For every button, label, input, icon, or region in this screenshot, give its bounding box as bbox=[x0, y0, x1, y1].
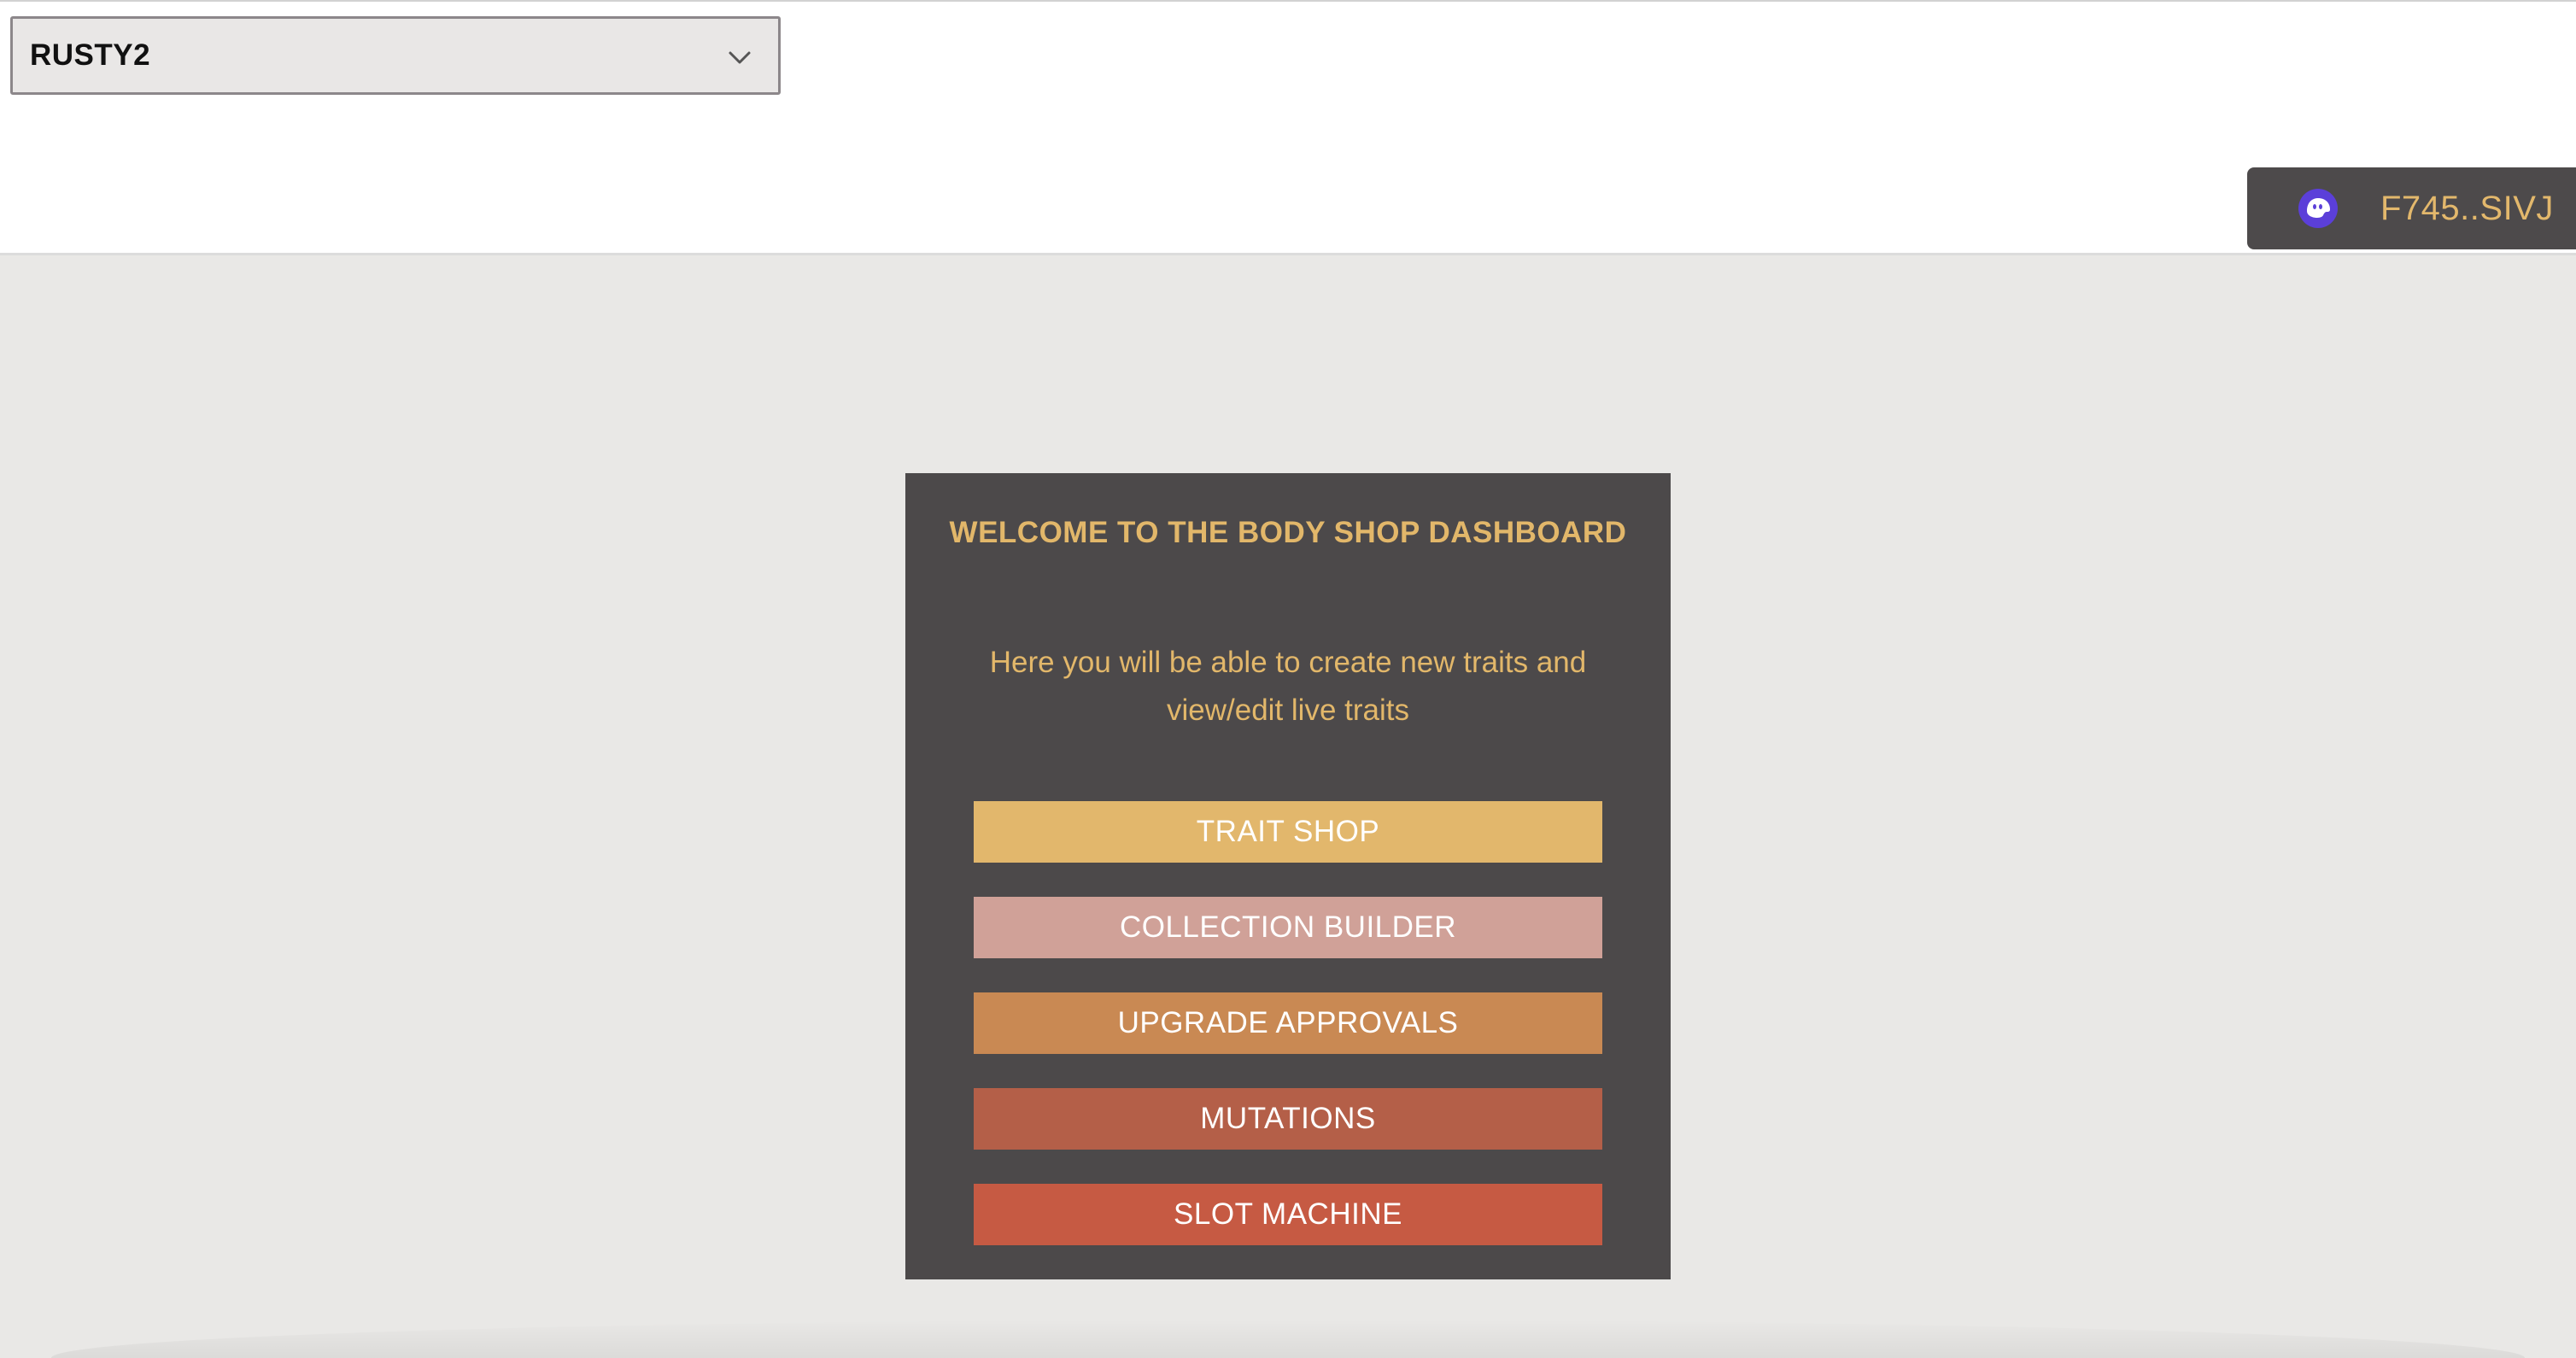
dashboard-title: WELCOME TO THE BODY SHOP DASHBOARD bbox=[949, 516, 1627, 549]
wallet-button[interactable]: F745..SIVJ bbox=[2247, 167, 2576, 249]
chevron-down-icon bbox=[729, 51, 751, 64]
phantom-ghost-icon bbox=[2298, 189, 2338, 228]
header-bar: RUSTY2 F745..SIVJ bbox=[0, 2, 2576, 255]
slot-machine-button[interactable]: SLOT MACHINE bbox=[974, 1184, 1602, 1245]
trait-shop-button[interactable]: TRAIT SHOP bbox=[974, 801, 1602, 863]
dashboard-card: WELCOME TO THE BODY SHOP DASHBOARD Here … bbox=[905, 473, 1671, 1279]
upgrade-approvals-button[interactable]: UPGRADE APPROVALS bbox=[974, 992, 1602, 1054]
collection-select-value: RUSTY2 bbox=[30, 38, 151, 72]
collection-builder-button[interactable]: COLLECTION BUILDER bbox=[974, 897, 1602, 958]
mutations-button[interactable]: MUTATIONS bbox=[974, 1088, 1602, 1150]
wallet-address: F745..SIVJ bbox=[2380, 190, 2554, 227]
dashboard-description: Here you will be able to create new trai… bbox=[989, 646, 1587, 727]
collection-select[interactable]: RUSTY2 bbox=[10, 16, 781, 95]
